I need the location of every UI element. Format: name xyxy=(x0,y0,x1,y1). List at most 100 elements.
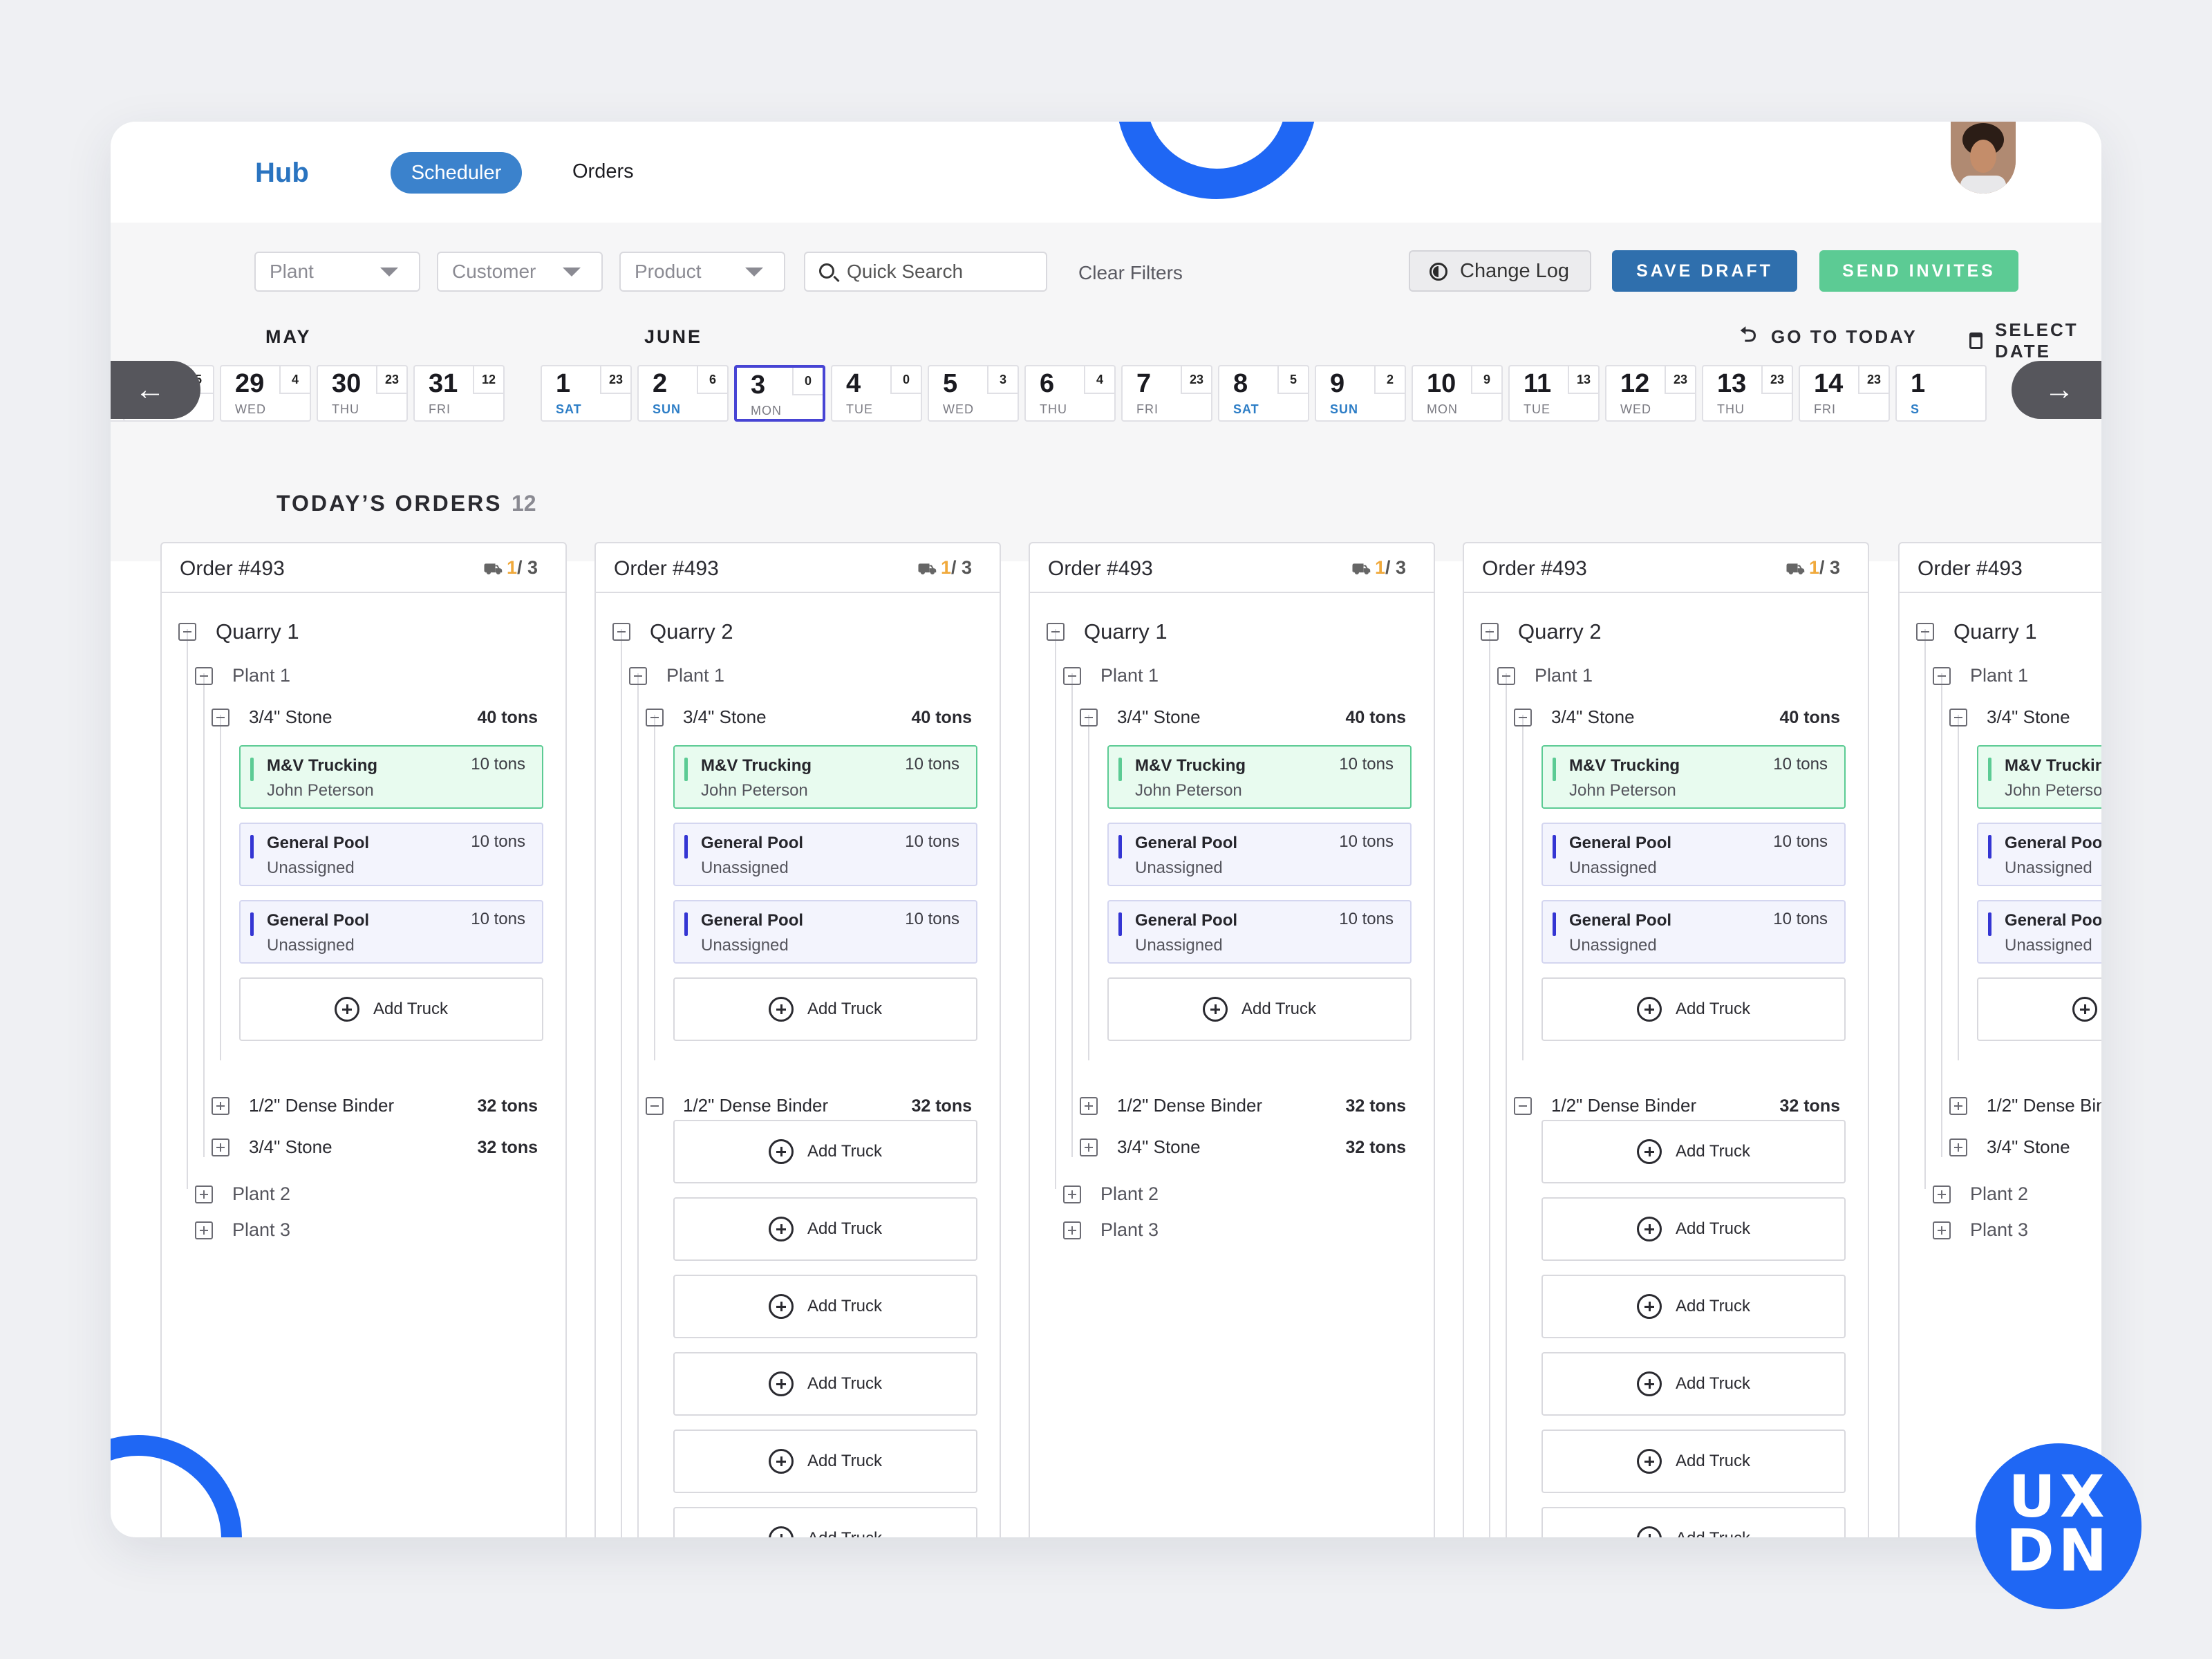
clear-filters-link[interactable]: Clear Filters xyxy=(1078,262,1183,284)
collapse-icon[interactable] xyxy=(646,708,664,727)
avatar[interactable] xyxy=(1951,122,2016,194)
date-cell[interactable]: 14 FRI 23 xyxy=(1799,365,1890,422)
add-truck-button[interactable]: Add Truck xyxy=(1541,1197,1846,1261)
go-to-today-button[interactable]: ⮌ GO TO TODAY xyxy=(1740,319,1918,355)
plant-row[interactable]: Plant 1 xyxy=(195,665,290,686)
add-truck-button[interactable]: Add Truck xyxy=(673,1275,977,1338)
plant-row[interactable]: Plant 2 xyxy=(1933,1183,2028,1205)
quarry-row[interactable]: Quarry 1 xyxy=(1916,619,2037,644)
collapse-icon[interactable] xyxy=(1514,1096,1532,1115)
collapse-icon[interactable] xyxy=(1916,623,1934,641)
collapse-icon[interactable] xyxy=(178,623,196,641)
expand-icon[interactable] xyxy=(1063,1185,1081,1203)
plant-row[interactable]: Plant 1 xyxy=(1933,665,2028,686)
collapse-icon[interactable] xyxy=(1047,623,1065,641)
product-row[interactable]: 3/4" Stone xyxy=(212,706,332,728)
date-cell[interactable]: 10 MON 9 xyxy=(1412,365,1503,422)
product-row[interactable]: 3/4" Stone xyxy=(1949,1136,2070,1158)
expand-icon[interactable] xyxy=(1080,1096,1098,1115)
change-log-button[interactable]: Change Log xyxy=(1409,250,1591,292)
quarry-row[interactable]: Quarry 1 xyxy=(1047,619,1168,644)
date-cell[interactable]: 4 TUE 0 xyxy=(831,365,922,422)
plant-row[interactable]: Plant 2 xyxy=(195,1183,290,1205)
plant-select[interactable]: Plant xyxy=(254,252,420,292)
date-cell[interactable]: 6 THU 4 xyxy=(1024,365,1116,422)
expand-icon[interactable] xyxy=(1949,1138,1967,1156)
product-row[interactable]: 3/4" Stone xyxy=(1080,706,1201,728)
collapse-icon[interactable] xyxy=(629,666,647,685)
search-input[interactable]: Quick Search xyxy=(804,252,1047,292)
add-truck-button[interactable]: Add Truck xyxy=(673,1430,977,1493)
expand-icon[interactable] xyxy=(1063,1221,1081,1239)
plant-row[interactable]: Plant 3 xyxy=(1933,1219,2028,1241)
prev-dates-button[interactable]: ← xyxy=(111,361,200,419)
expand-icon[interactable] xyxy=(1933,1185,1951,1203)
expand-icon[interactable] xyxy=(195,1185,213,1203)
date-cell[interactable]: 5 WED 3 xyxy=(928,365,1019,422)
truck-card[interactable]: M&V TruckingJohn Peterson10 tons xyxy=(673,745,977,809)
product-row[interactable]: 3/4" Stone xyxy=(1949,706,2070,728)
expand-icon[interactable] xyxy=(212,1096,229,1115)
date-cell[interactable]: 9 SUN 2 xyxy=(1315,365,1406,422)
date-cell[interactable]: 12 WED 23 xyxy=(1605,365,1696,422)
quarry-row[interactable]: Quarry 2 xyxy=(1481,619,1602,644)
date-cell[interactable]: 31 FRI 12 xyxy=(413,365,505,422)
collapse-icon[interactable] xyxy=(1063,666,1081,685)
add-truck-button[interactable]: Add Truck xyxy=(1541,1507,1846,1537)
collapse-icon[interactable] xyxy=(1949,708,1967,727)
truck-card[interactable]: General Pool Unassigned 10 tons xyxy=(1107,900,1412,964)
add-truck-button[interactable]: Add Truck xyxy=(239,977,543,1041)
add-truck-button[interactable]: Add Truck xyxy=(1541,1352,1846,1416)
collapse-icon[interactable] xyxy=(1933,666,1951,685)
collapse-icon[interactable] xyxy=(195,666,213,685)
quarry-row[interactable]: Quarry 1 xyxy=(178,619,299,644)
product-row[interactable]: 1/2" Dense Binder xyxy=(1514,1095,1696,1116)
collapse-icon[interactable] xyxy=(1497,666,1515,685)
plant-row[interactable]: Plant 1 xyxy=(1063,665,1159,686)
expand-icon[interactable] xyxy=(212,1138,229,1156)
product-row[interactable]: 3/4" Stone xyxy=(212,1136,332,1158)
add-truck-button[interactable]: Add Truck xyxy=(1977,977,2101,1041)
select-date-button[interactable]: SELECT DATE xyxy=(1969,319,2101,362)
truck-card[interactable]: General Pool Unassigned 10 tons xyxy=(1541,823,1846,886)
truck-card[interactable]: M&V TruckingJohn Peterson10 tons xyxy=(1977,745,2101,809)
add-truck-button[interactable]: Add Truck xyxy=(673,1197,977,1261)
add-truck-button[interactable]: Add Truck xyxy=(1541,1275,1846,1338)
date-cell-today[interactable]: 3 MON 0 xyxy=(734,365,825,422)
product-row[interactable]: 1/2" Dense Binder xyxy=(1080,1095,1262,1116)
add-truck-button[interactable]: Add Truck xyxy=(673,1352,977,1416)
date-cell[interactable]: 11 TUE 13 xyxy=(1508,365,1600,422)
date-cell[interactable]: 2 SUN 6 xyxy=(637,365,729,422)
tab-orders[interactable]: Orders xyxy=(572,160,634,183)
collapse-icon[interactable] xyxy=(1514,708,1532,727)
date-cell[interactable]: 1 SAT 23 xyxy=(541,365,632,422)
plant-row[interactable]: Plant 3 xyxy=(195,1219,290,1241)
send-invites-button[interactable]: SEND INVITES xyxy=(1819,250,2018,292)
truck-card[interactable]: General Pool Unassigned 10 tons xyxy=(1107,823,1412,886)
add-truck-button[interactable]: Add Truck xyxy=(673,977,977,1041)
add-truck-button[interactable]: Add Truck xyxy=(1541,977,1846,1041)
add-truck-button[interactable]: Add Truck xyxy=(1541,1120,1846,1183)
truck-card[interactable]: General Pool Unassigned 10 tons xyxy=(239,823,543,886)
product-row[interactable]: 1/2" Dense Binder xyxy=(212,1095,394,1116)
add-truck-button[interactable]: Add Truck xyxy=(673,1507,977,1537)
product-row[interactable]: 3/4" Stone xyxy=(1080,1136,1201,1158)
truck-card[interactable]: General Pool Unassigned 10 tons xyxy=(239,900,543,964)
customer-select[interactable]: Customer xyxy=(437,252,603,292)
next-dates-button[interactable]: → xyxy=(2012,361,2101,419)
date-cell[interactable]: 13 THU 23 xyxy=(1702,365,1793,422)
product-row[interactable]: 3/4" Stone xyxy=(646,706,767,728)
truck-card[interactable]: General Pool Unassigned 10 tons xyxy=(673,900,977,964)
truck-card[interactable]: General Pool Unassigned 10 tons xyxy=(673,823,977,886)
date-cell[interactable]: 8 SAT 5 xyxy=(1218,365,1309,422)
plant-row[interactable]: Plant 1 xyxy=(629,665,724,686)
collapse-icon[interactable] xyxy=(646,1096,664,1115)
date-cell[interactable]: 7 FRI 23 xyxy=(1121,365,1212,422)
plant-row[interactable]: Plant 1 xyxy=(1497,665,1593,686)
truck-card[interactable]: M&V TruckingJohn Peterson10 tons xyxy=(239,745,543,809)
save-draft-button[interactable]: SAVE DRAFT xyxy=(1612,250,1797,292)
plant-row[interactable]: Plant 3 xyxy=(1063,1219,1159,1241)
brand-logo[interactable]: Hub xyxy=(255,158,309,189)
collapse-icon[interactable] xyxy=(1080,708,1098,727)
truck-card[interactable]: M&V TruckingJohn Peterson10 tons xyxy=(1541,745,1846,809)
